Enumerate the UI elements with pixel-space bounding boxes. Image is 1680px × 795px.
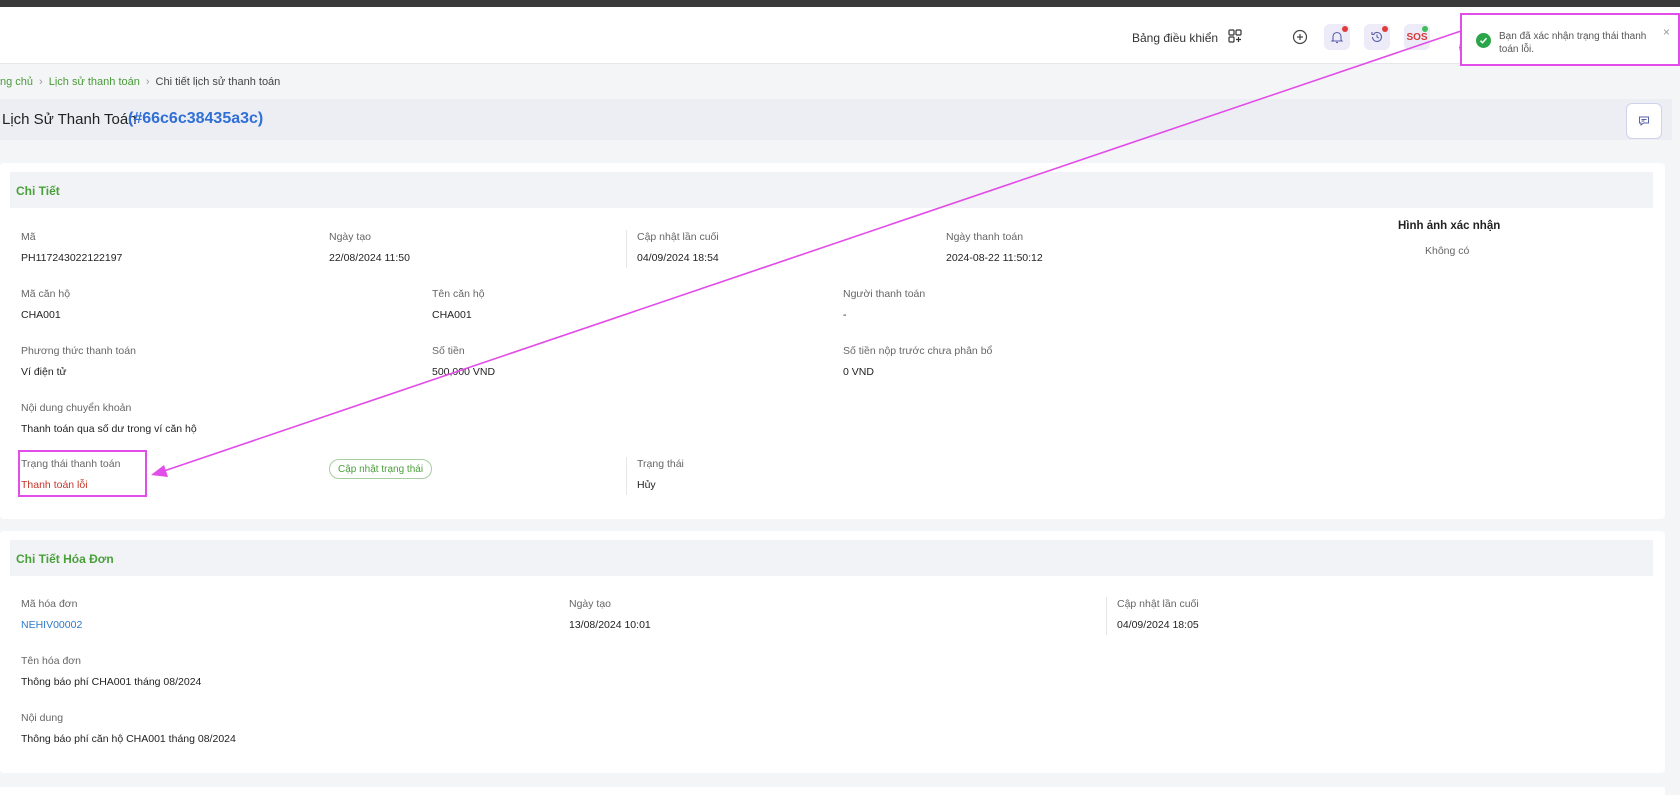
amount-value: 500,000 VND bbox=[432, 366, 496, 378]
invoice-updated-value: 04/09/2024 18:05 bbox=[1117, 619, 1199, 631]
amount-label: Số tiền bbox=[432, 345, 465, 357]
invoice-name-value: Thông báo phí CHA001 tháng 08/2024 bbox=[21, 676, 202, 688]
update-status-button[interactable]: Cập nhật trạng thái bbox=[329, 459, 433, 479]
history-button[interactable] bbox=[1364, 24, 1390, 50]
status-label: Trạng thái bbox=[637, 458, 684, 470]
breadcrumb-payment-history[interactable]: Lịch sử thanh toán bbox=[49, 76, 140, 88]
invoice-card: Chi Tiết Hóa Đơn Mã hóa đơn NEHIV00002 N… bbox=[0, 531, 1665, 773]
invoice-code-label: Mã hóa đơn bbox=[21, 598, 78, 610]
dashboard-grid-icon bbox=[1228, 29, 1242, 46]
notifications-button[interactable] bbox=[1324, 24, 1350, 50]
apartment-code-value: CHA001 bbox=[21, 309, 61, 321]
invoice-content-value: Thông báo phí căn hộ CHA001 tháng 08/202… bbox=[21, 733, 236, 745]
payer-label: Người thanh toán bbox=[843, 288, 926, 300]
breadcrumb-separator: › bbox=[39, 76, 43, 88]
ma-value: PH117243022122197 bbox=[21, 252, 123, 264]
divider bbox=[1106, 597, 1107, 635]
page-title: Lịch Sử Thanh Toán bbox=[2, 111, 137, 128]
close-icon[interactable]: × bbox=[1663, 25, 1670, 39]
sos-button[interactable]: SOS bbox=[1404, 24, 1430, 50]
breadcrumb-separator: › bbox=[145, 76, 150, 88]
check-circle-icon bbox=[1476, 33, 1491, 48]
sos-status-dot bbox=[1422, 26, 1428, 32]
invoice-code-link[interactable]: NEHIV00002 bbox=[21, 619, 82, 631]
invoice-created-value: 13/08/2024 10:01 bbox=[569, 619, 651, 631]
confirm-image-label: Hình ảnh xác nhận bbox=[1398, 220, 1501, 232]
invoice-section-title: Chi Tiết Hóa Đơn bbox=[16, 552, 114, 566]
invoice-updated-label: Cập nhật lần cuối bbox=[1117, 598, 1199, 610]
invoice-card-header: Chi Tiết Hóa Đơn bbox=[10, 540, 1653, 576]
notification-dot bbox=[1342, 26, 1348, 32]
confirm-image-value: Không có bbox=[1425, 245, 1470, 257]
detail-card: Chi Tiết Mã PH117243022122197 Ngày tạo 2… bbox=[0, 163, 1665, 519]
ma-label: Mã bbox=[21, 231, 36, 243]
breadcrumb-home[interactable]: ng chủ bbox=[0, 76, 33, 88]
sos-label: SOS bbox=[1406, 31, 1428, 43]
status-value: Hủy bbox=[637, 479, 656, 491]
unallocated-label: Số tiền nộp trước chưa phân bổ bbox=[843, 345, 993, 357]
dashboard-label: Bảng điều khiển bbox=[1132, 30, 1219, 45]
breadcrumb: ng chủ › Lịch sử thanh toán › Chi tiết l… bbox=[0, 76, 280, 88]
dashboard-button[interactable]: Bảng điều khiển bbox=[1132, 29, 1242, 46]
page-record-id: (#66c6c38435a3c) bbox=[128, 110, 264, 127]
invoice-content-label: Nội dung bbox=[21, 712, 64, 724]
payment-date-label: Ngày thanh toán bbox=[946, 231, 1024, 243]
divider bbox=[626, 230, 627, 268]
next-card-edge bbox=[0, 787, 1665, 795]
chat-icon bbox=[1639, 116, 1649, 127]
invoice-name-label: Tên hóa đơn bbox=[21, 655, 82, 667]
updated-label: Cập nhật lần cuối bbox=[637, 231, 719, 243]
divider bbox=[626, 457, 627, 495]
created-value: 22/08/2024 11:50 bbox=[329, 252, 410, 264]
unallocated-value: 0 VND bbox=[843, 366, 874, 378]
bell-icon bbox=[1330, 31, 1344, 44]
toast-message: Bạn đã xác nhận trạng thái thanh toán lỗ… bbox=[1499, 31, 1647, 55]
add-button[interactable] bbox=[1287, 24, 1313, 50]
created-label: Ngày tạo bbox=[329, 231, 372, 243]
transfer-content-label: Nội dung chuyển khoản bbox=[21, 402, 132, 414]
transfer-content-value: Thanh toán qua số dư trong ví căn hộ bbox=[21, 423, 197, 435]
detail-section-title: Chi Tiết bbox=[16, 184, 60, 198]
header: Bảng điều khiển SOS ĐI bbox=[0, 7, 1680, 64]
success-toast: Bạn đã xác nhận trạng thái thanh toán lỗ… bbox=[1460, 13, 1680, 66]
payment-method-value: Ví điện tử bbox=[21, 366, 67, 378]
history-icon bbox=[1371, 31, 1383, 43]
comment-button[interactable] bbox=[1626, 103, 1662, 139]
payer-value: - bbox=[843, 309, 847, 321]
payment-date-value: 2024-08-22 11:50:12 bbox=[946, 252, 1043, 264]
apartment-name-value: CHA001 bbox=[432, 309, 472, 321]
history-dot bbox=[1382, 26, 1388, 32]
updated-value: 04/09/2024 18:54 bbox=[637, 252, 719, 264]
apartment-name-label: Tên căn hộ bbox=[432, 288, 485, 300]
apartment-code-label: Mã căn hộ bbox=[21, 288, 71, 300]
breadcrumb-current: Chi tiết lịch sử thanh toán bbox=[155, 76, 281, 88]
payment-method-label: Phương thức thanh toán bbox=[21, 345, 136, 357]
invoice-created-label: Ngày tạo bbox=[569, 598, 612, 610]
annotation-highlight-box bbox=[18, 450, 147, 497]
page-title-bar: Lịch Sử Thanh Toán (#66c6c38435a3c) bbox=[0, 99, 1672, 140]
detail-card-header: Chi Tiết bbox=[10, 172, 1653, 208]
top-strip bbox=[0, 0, 1680, 7]
plus-circle-icon bbox=[1292, 29, 1308, 45]
